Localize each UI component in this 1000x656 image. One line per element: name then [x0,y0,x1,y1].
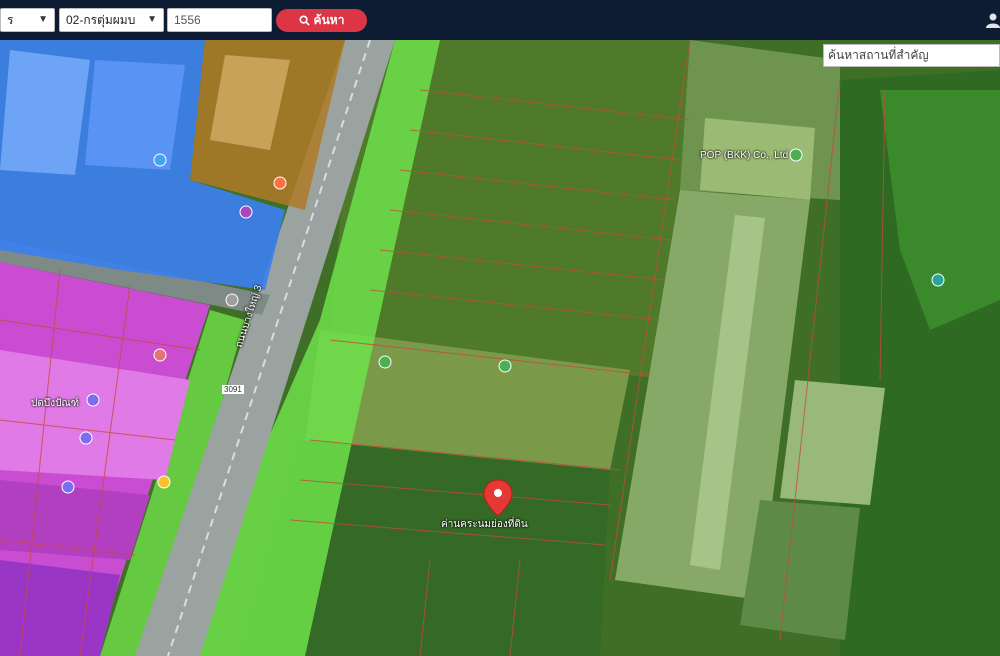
road-number-badge: 3091 [222,385,244,394]
warehouse-yard [740,500,860,640]
place-search-input[interactable]: ค้นหาสถานที่สำคัญ [823,44,1000,67]
poi-marker-icon[interactable] [61,480,75,494]
map-layer[interactable] [0,40,1000,656]
district-select-value: 02-กรตุ่มผมบ [66,13,136,27]
warehouse-building [780,380,885,505]
building-roof [0,50,90,175]
building-roof [85,60,185,170]
chevron-down-icon: ▼ [147,14,157,25]
user-icon[interactable] [986,12,1000,28]
poi-marker-icon[interactable] [239,205,253,219]
poi-marker-icon[interactable] [153,348,167,362]
district-select[interactable]: 02-กรตุ่มผมบ ▼ [59,8,164,32]
search-button-label: ค้นหา [313,13,345,27]
poi-marker-icon[interactable] [498,359,512,373]
poi-marker-icon[interactable] [378,355,392,369]
poi-marker-icon[interactable] [86,393,100,407]
province-select[interactable]: ร ▼ [0,8,55,32]
parcel-number-value: 1556 [174,13,201,27]
poi-marker-icon[interactable] [79,431,93,445]
poi-marker-icon[interactable] [157,475,171,489]
search-button[interactable]: ค้นหา [276,9,367,32]
poi-marker-icon[interactable] [931,273,945,287]
chevron-down-icon: ▼ [38,14,48,25]
province-select-value: ร [7,13,14,27]
search-icon [299,15,310,26]
poi-label-factory: POP (BKK) Co., Ltd [700,150,789,161]
place-search-placeholder: ค้นหาสถานที่สำคัญ [828,48,929,62]
building-block [0,560,120,656]
poi-label-shop: ปดบึงปัณฑ์ [31,398,79,409]
parcel-number-input[interactable]: 1556 [167,8,272,32]
poi-marker-icon[interactable] [153,153,167,167]
map-canvas[interactable]: ค่านคระนมย่องที่ดิน ถนนบางใหญ่ 3 3091 PO… [0,40,1000,656]
poi-marker-icon[interactable] [273,176,287,190]
top-toolbar: ร ▼ 02-กรตุ่มผมบ ▼ 1556 ค้นหา [0,0,1000,40]
pin-label: ค่านคระนมย่องที่ดิน [441,519,528,530]
poi-marker-icon[interactable] [225,293,239,307]
poi-marker-icon[interactable] [789,148,803,162]
